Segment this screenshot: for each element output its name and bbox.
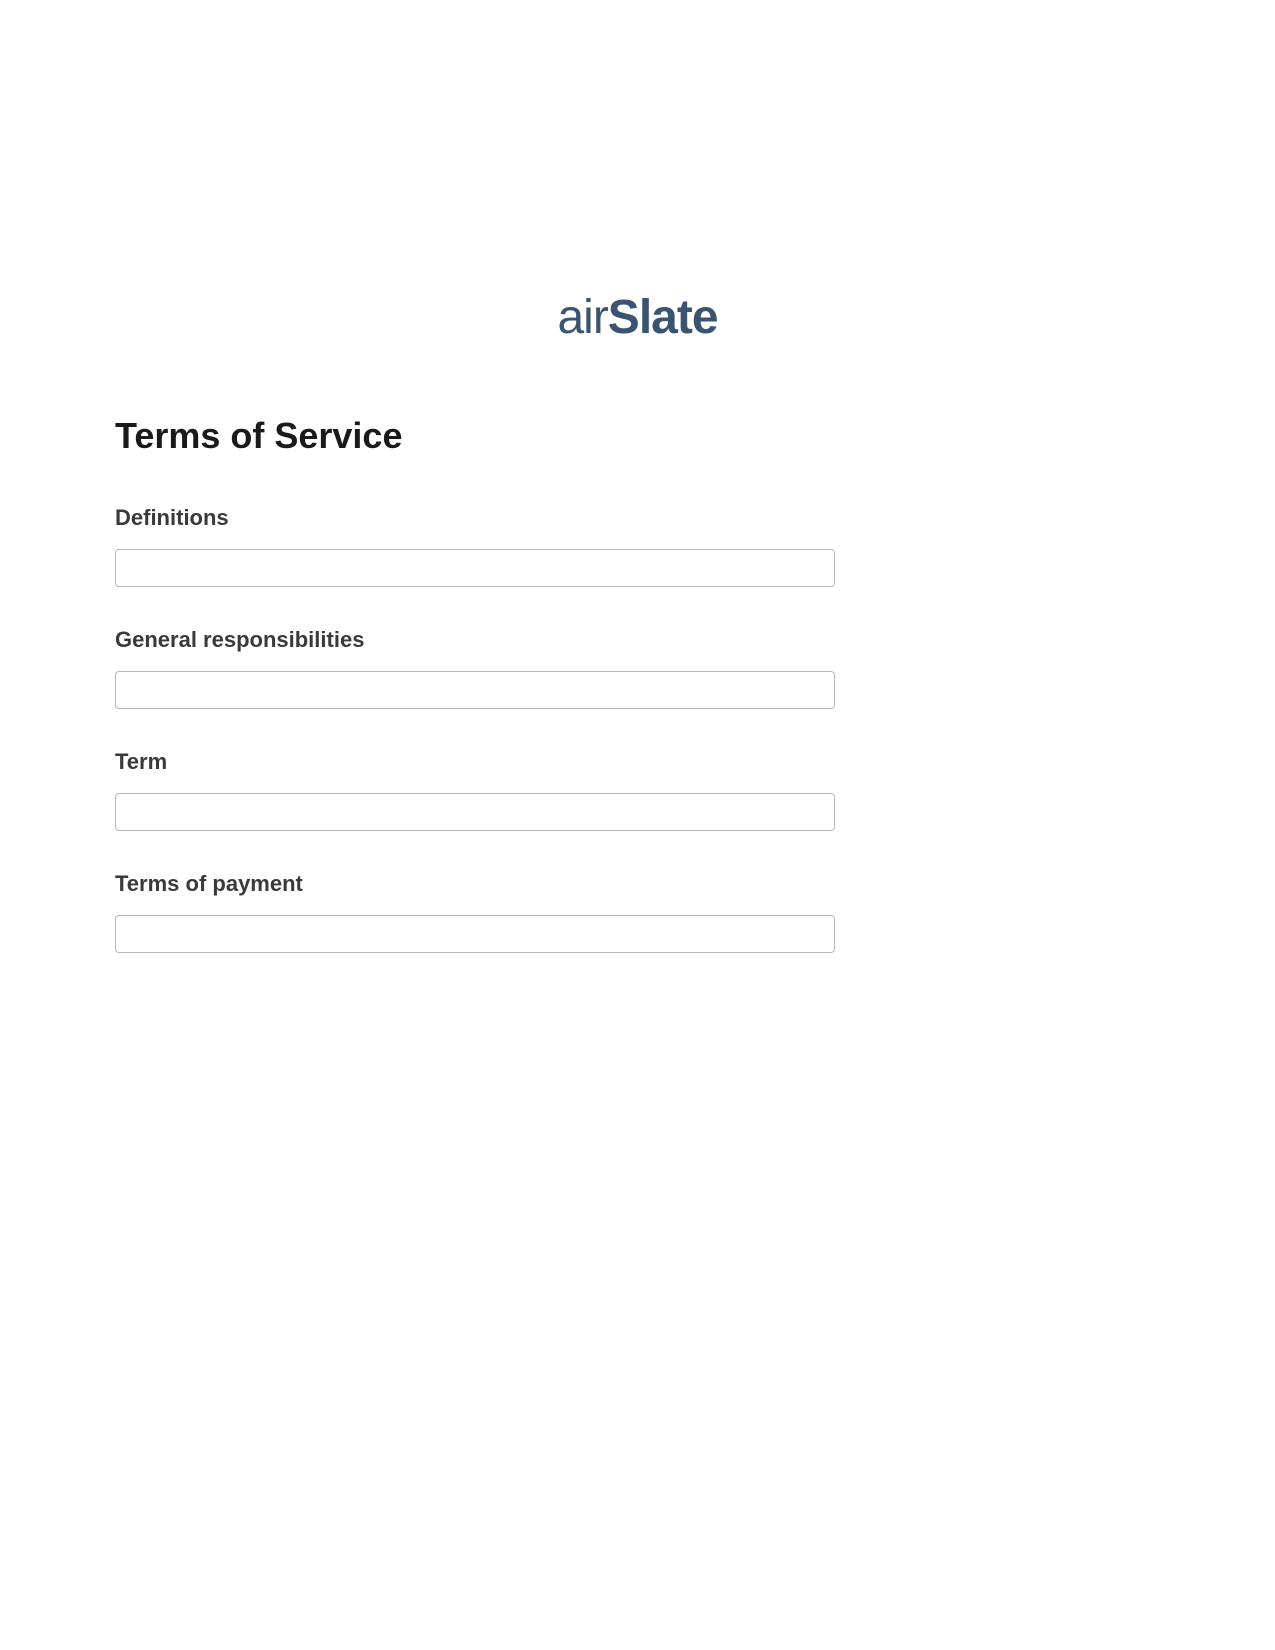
logo-part-slate: Slate (608, 291, 718, 344)
airslate-logo: airSlate (557, 290, 717, 345)
field-label-payment: Terms of payment (115, 871, 1160, 897)
field-label-term: Term (115, 749, 1160, 775)
field-group-payment: Terms of payment (115, 871, 1160, 953)
definitions-input[interactable] (115, 549, 835, 587)
logo-part-air: air (557, 291, 607, 344)
field-group-term: Term (115, 749, 1160, 831)
page-title: Terms of Service (115, 415, 1160, 457)
field-group-responsibilities: General responsibilities (115, 627, 1160, 709)
payment-input[interactable] (115, 915, 835, 953)
responsibilities-input[interactable] (115, 671, 835, 709)
field-label-definitions: Definitions (115, 505, 1160, 531)
logo-container: airSlate (115, 290, 1160, 345)
field-label-responsibilities: General responsibilities (115, 627, 1160, 653)
term-input[interactable] (115, 793, 835, 831)
document-page: airSlate Terms of Service Definitions Ge… (0, 0, 1275, 953)
field-group-definitions: Definitions (115, 505, 1160, 587)
